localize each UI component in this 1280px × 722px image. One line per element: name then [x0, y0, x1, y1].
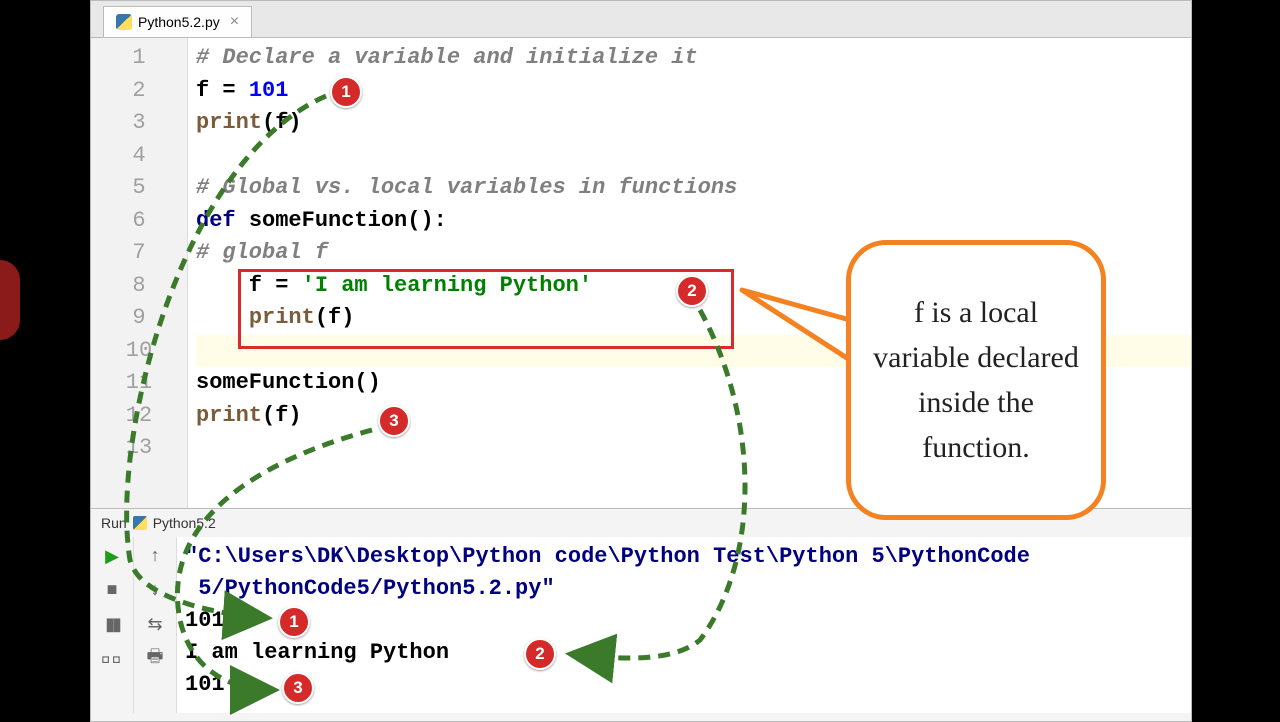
file-tab[interactable]: Python5.2.py ×	[103, 6, 252, 37]
youtube-edge	[0, 260, 20, 340]
badge-3: 3	[378, 405, 410, 437]
badge-1: 1	[330, 76, 362, 108]
python-icon	[116, 14, 132, 30]
stop-button[interactable]: ■	[98, 577, 126, 605]
console-output[interactable]: "C:\Users\DK\Desktop\Python code\Python …	[177, 537, 1191, 713]
python-icon	[133, 516, 147, 530]
console-line: 101	[185, 669, 1183, 701]
exit-button[interactable]: �⃞	[98, 645, 126, 673]
run-config: Python5.2	[153, 515, 216, 531]
tab-bar: Python5.2.py ×	[91, 1, 1191, 38]
pause-button[interactable]: ▮▮	[98, 611, 126, 639]
callout-bubble: f is a local variable declared inside th…	[846, 240, 1106, 520]
console-line: I am learning Python	[185, 637, 1183, 669]
badge-3-output: 3	[282, 672, 314, 704]
down-button[interactable]: ↓	[141, 577, 169, 605]
console-line: 101	[185, 605, 1183, 637]
console-path: "C:\Users\DK\Desktop\Python code\Python …	[185, 541, 1183, 573]
line-gutter: 1 2 3 4 5 6 7 8 9 10 11 12 13	[91, 38, 188, 508]
close-icon[interactable]: ×	[230, 13, 239, 31]
print-button[interactable]: 🖶	[141, 645, 169, 673]
run-controls-secondary: ↑ ↓ ⇆ 🖶	[134, 537, 177, 713]
run-panel: Run Python5.2 ▶ ■ ▮▮ �⃞ ↑ ↓ ⇆ 🖶 "C:\User…	[91, 508, 1191, 713]
wrap-button[interactable]: ⇆	[141, 611, 169, 639]
up-button[interactable]: ↑	[141, 543, 169, 571]
badge-1-output: 1	[278, 606, 310, 638]
rerun-button[interactable]: ▶	[98, 543, 126, 571]
console-path: 5/PythonCode5/Python5.2.py"	[185, 573, 1183, 605]
badge-2: 2	[676, 275, 708, 307]
run-controls-primary: ▶ ■ ▮▮ �⃞	[91, 537, 134, 713]
tab-filename: Python5.2.py	[138, 14, 220, 30]
callout-text: f is a local variable declared inside th…	[871, 290, 1081, 470]
badge-2-output: 2	[524, 638, 556, 670]
run-label: Run	[101, 515, 127, 531]
